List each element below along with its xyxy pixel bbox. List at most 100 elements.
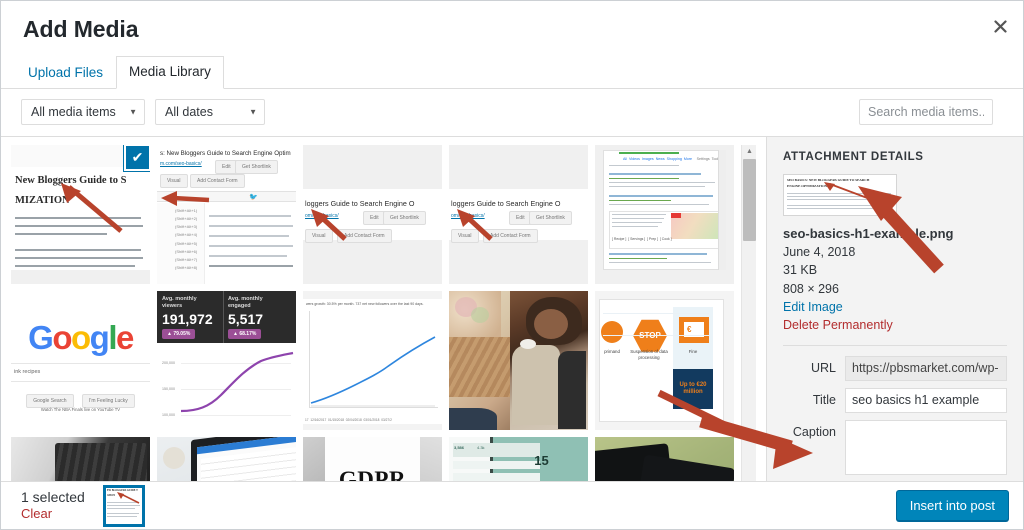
- stat-label-2: Avg. monthly engaged: [228, 295, 263, 309]
- tab-media-library[interactable]: Media Library: [116, 55, 224, 89]
- thumb-visual-button: Visual: [160, 173, 188, 188]
- attachment-thumbnail: loggers Guide to Search Engine O om/seo-…: [449, 144, 588, 284]
- attachment-thumbnail: Avg. monthly viewers 191,972 ▲ 79.05% Av…: [157, 290, 296, 430]
- close-icon[interactable]: [985, 11, 1015, 41]
- attachment-item-google-serp-result[interactable]: All Videos Images News Shopping More Set…: [595, 144, 734, 284]
- attachment-item-wp-permalink-row-b[interactable]: loggers Guide to Search Engine O om/seo-…: [449, 144, 588, 284]
- caption-field[interactable]: [845, 419, 1007, 475]
- modal-body: ✔ New Bloggers Guide to S MIZATION s: Ne…: [1, 136, 1023, 481]
- chevron-down-icon: ▼: [129, 107, 137, 117]
- attachment-thumbnail: All Videos Images News Shopping More Set…: [595, 144, 734, 284]
- field-label-url: URL: [810, 360, 836, 375]
- annotation-arrow-icon: [311, 208, 347, 241]
- attachment-item-laptops-grass-photo[interactable]: [595, 436, 734, 481]
- thumb-shortlink-button: Get Shortlink: [383, 210, 426, 225]
- stat-label-1: Avg. monthly viewers: [162, 295, 197, 309]
- thumb-permalink: m.com/seo-basics/: [160, 160, 202, 167]
- field-caption: Caption: [783, 419, 1007, 480]
- attachments-grid-panel: ✔ New Bloggers Guide to S MIZATION s: Ne…: [1, 136, 766, 481]
- attachment-filesize: 31 KB: [783, 263, 818, 278]
- date-filter[interactable]: All dates ▼: [155, 99, 265, 126]
- thumb-caption-line1: GDPR: [338, 466, 407, 481]
- page-title: Add Media: [23, 16, 139, 42]
- attachment-item-analytics-monthly-stats[interactable]: Avg. monthly viewers 191,972 ▲ 79.05% Av…: [157, 290, 296, 430]
- clear-selection-link[interactable]: Clear: [21, 506, 85, 522]
- insert-into-post-button[interactable]: Insert into post: [895, 490, 1009, 521]
- library-toolbar: All media items ▼ All dates ▼: [1, 88, 1023, 137]
- modal-header: Add Media: [1, 1, 1023, 56]
- attachment-item-gdpr-is-your-article[interactable]: GDPR IS YOUR: [303, 436, 442, 481]
- modal-footer: 1 selected Clear EW BLOGGERS GUIDE T ATI…: [1, 481, 1023, 529]
- stat-delta-2: ▲ 68.17%: [228, 328, 262, 339]
- attachment-thumbnail: s: New Bloggers Guide to Search Engine O…: [157, 144, 296, 284]
- fine-icon: €: [679, 316, 709, 343]
- attachment-thumbnail: 3,586 4.3k 15 REASONS EVERY: [449, 436, 588, 481]
- grid-scrollbar[interactable]: ▲ ▼: [741, 144, 757, 481]
- attachment-date: June 4, 2018: [783, 245, 856, 260]
- stat-delta-1: ▲ 79.05%: [162, 328, 196, 339]
- attachment-filename: seo-basics-h1-example.png: [783, 225, 954, 241]
- scrollbar-thumb[interactable]: [743, 158, 756, 241]
- field-title: Title: [783, 387, 1007, 413]
- thumb-line-1: 15: [534, 452, 549, 468]
- annotation-arrow-icon: [61, 182, 123, 233]
- attachment-details-panel: ATTACHMENT DETAILS SEO BASICS: NEW BLOGG…: [766, 136, 1023, 481]
- selected-count: 1 selected: [21, 488, 85, 505]
- attachment-preview-thumbnail[interactable]: SEO BASICS: NEW BLOGGERS GUIDE TO SEARCH…: [783, 173, 897, 216]
- growth-line: [310, 336, 436, 407]
- label-reprimand: primand: [604, 348, 620, 354]
- url-field[interactable]: [845, 355, 1007, 381]
- add-media-modal: Add Media Upload Files Media Library All…: [0, 0, 1024, 530]
- media-type-filter-value: All media items: [31, 105, 116, 120]
- feeling-lucky-button: I'm Feeling Lucky: [82, 393, 135, 408]
- attachment-thumbnail: Google ink recipes Google Search I'm Fee…: [11, 290, 150, 430]
- attachment-item-seo-basics-h1-example[interactable]: ✔ New Bloggers Guide to S MIZATION: [11, 144, 150, 284]
- attachment-item-gdpr-penalties-infographic[interactable]: STOP € primand Suspension of data proces…: [595, 290, 734, 430]
- google-logo: Google: [28, 318, 134, 356]
- field-label-title: Title: [812, 392, 836, 407]
- thumb-shortlink-button: Get Shortlink: [529, 210, 572, 225]
- tab-upload-files[interactable]: Upload Files: [15, 57, 116, 89]
- attachment-thumbnail: GDPR IS YOUR: [303, 436, 442, 481]
- attachment-item-15-reasons-article[interactable]: 3,586 4.3k 15 REASONS EVERY: [449, 436, 588, 481]
- selected-check-icon: ✔: [124, 144, 150, 171]
- selected-attachment-thumbnail[interactable]: EW BLOGGERS GUIDE T ATION: [102, 484, 145, 527]
- field-url: URL: [783, 355, 1007, 381]
- annotation-arrow-icon: [457, 208, 493, 241]
- attachments-grid: ✔ New Bloggers Guide to S MIZATION s: Ne…: [11, 144, 746, 481]
- edit-image-link[interactable]: Edit Image: [783, 298, 1007, 316]
- triangle-up-icon[interactable]: ▲: [742, 145, 757, 159]
- thumb-contact-button: Add Contact Form: [190, 173, 245, 188]
- thumb-heading: s: New Bloggers Guide to Search Engine O…: [160, 149, 291, 157]
- stat-value-2: 5,517: [228, 310, 264, 327]
- attachment-item-wp-permalink-row-a[interactable]: loggers Guide to Search Engine O om/seo-…: [303, 144, 442, 284]
- title-field[interactable]: [845, 387, 1007, 413]
- chevron-down-icon: ▼: [249, 107, 257, 117]
- delete-permanently-link[interactable]: Delete Permanently: [783, 316, 1007, 334]
- attachment-thumbnail: [449, 290, 588, 430]
- attachment-item-google-homepage[interactable]: Google ink recipes Google Search I'm Fee…: [11, 290, 150, 430]
- annotation-arrow-icon: [161, 190, 210, 206]
- annotation-arrow-icon: [116, 491, 140, 504]
- attachment-thumbnail: wers growth: 30.5% per month. 737 net ne…: [303, 290, 442, 430]
- selection-summary: 1 selected Clear: [21, 489, 85, 522]
- attachment-item-wp-editor-toolbar[interactable]: s: New Bloggers Guide to Search Engine O…: [157, 144, 296, 284]
- attachment-thumbnail: [595, 436, 734, 481]
- search-wrapper: [859, 99, 993, 126]
- google-query: ink recipes: [14, 368, 41, 375]
- label-fine: Fine: [688, 348, 698, 354]
- media-tabs: Upload Files Media Library: [1, 55, 1023, 89]
- trend-line-chart: [180, 351, 294, 412]
- google-search-button: Google Search: [26, 393, 74, 408]
- search-input[interactable]: [859, 99, 993, 126]
- attachment-item-gdpr-for-article[interactable]: GDPR FOR: [11, 436, 150, 481]
- attachment-item-selfie-photo[interactable]: [449, 290, 588, 430]
- date-filter-value: All dates: [165, 105, 213, 120]
- attachment-item-laptop-spreadsheet-photo[interactable]: [157, 436, 296, 481]
- attachment-item-growth-line-chart[interactable]: wers growth: 30.5% per month. 737 net ne…: [303, 290, 442, 430]
- attachment-thumbnail: GDPR FOR: [11, 436, 150, 481]
- thumb-shortlink-button: Get Shortlink: [235, 159, 278, 174]
- media-type-filter[interactable]: All media items ▼: [21, 99, 145, 126]
- attachment-thumbnail: STOP € primand Suspension of data proces…: [595, 290, 734, 430]
- attachment-thumbnail: loggers Guide to Search Engine O om/seo-…: [303, 144, 442, 284]
